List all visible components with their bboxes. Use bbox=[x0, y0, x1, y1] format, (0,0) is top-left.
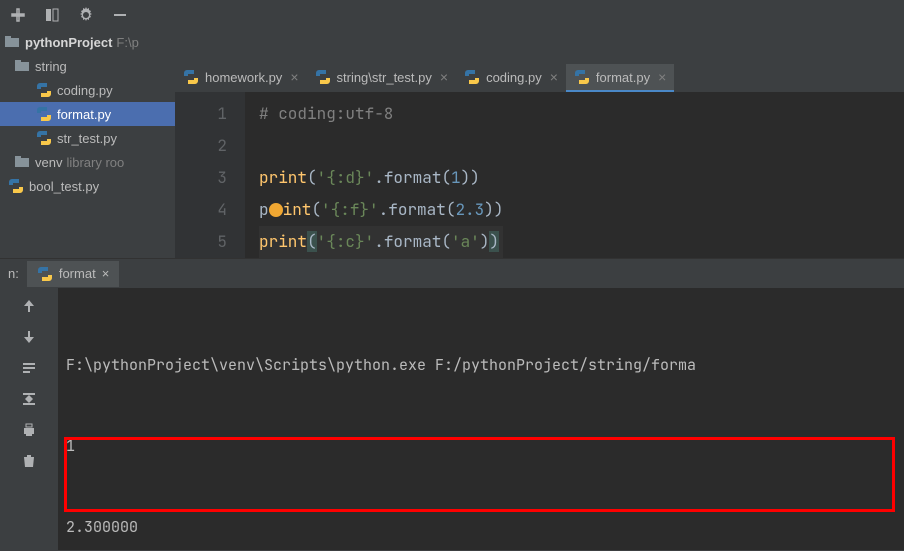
tree-item[interactable]: venvlibrary roo bbox=[0, 150, 175, 174]
close-icon[interactable]: × bbox=[440, 69, 448, 85]
scroll-end-icon[interactable] bbox=[21, 391, 37, 410]
editor-tabs: homework.py×string\str_test.py×coding.py… bbox=[175, 30, 904, 92]
console-out: 2.300000 bbox=[66, 514, 896, 541]
tree-item[interactable]: format.py bbox=[0, 102, 175, 126]
intention-bulb-icon[interactable] bbox=[269, 203, 283, 217]
arrow-up-icon[interactable] bbox=[21, 298, 37, 317]
minimize-icon[interactable] bbox=[112, 7, 128, 23]
print-icon[interactable] bbox=[21, 422, 37, 441]
python-icon bbox=[37, 266, 53, 282]
code-line[interactable]: print('{:d}'.format(1)) bbox=[259, 162, 503, 194]
code-line[interactable]: # coding:utf-8 bbox=[259, 98, 503, 130]
code-editor[interactable]: 12345 # coding:utf-8 print('{:d}'.format… bbox=[175, 92, 904, 258]
close-icon[interactable]: × bbox=[550, 69, 558, 85]
gear-icon[interactable] bbox=[78, 7, 94, 23]
editor-tab[interactable]: homework.py × bbox=[175, 64, 307, 92]
tree-item-label: format.py bbox=[57, 107, 111, 122]
run-gutter bbox=[0, 288, 58, 550]
divider-icon bbox=[44, 7, 60, 23]
python-icon bbox=[315, 69, 331, 85]
close-icon[interactable]: × bbox=[290, 69, 298, 85]
close-icon[interactable]: × bbox=[658, 69, 666, 85]
top-toolbar bbox=[0, 0, 904, 30]
tree-item-label: venv bbox=[35, 155, 62, 170]
editor-tab[interactable]: format.py × bbox=[566, 64, 674, 92]
line-gutter: 12345 bbox=[175, 92, 245, 258]
run-tab-label: format bbox=[59, 266, 96, 281]
project-tree[interactable]: pythonProject F:\p string coding.py format… bbox=[0, 30, 175, 258]
python-icon bbox=[183, 69, 199, 85]
tree-item[interactable]: str_test.py bbox=[0, 126, 175, 150]
folder-icon bbox=[4, 34, 20, 50]
arrow-down-icon[interactable] bbox=[21, 329, 37, 348]
project-name: pythonProject bbox=[25, 35, 112, 50]
python-icon bbox=[464, 69, 480, 85]
project-path: F:\p bbox=[116, 35, 138, 50]
tree-item[interactable]: bool_test.py bbox=[0, 174, 175, 198]
tree-item-label: string bbox=[35, 59, 67, 74]
console-cmd: F:\pythonProject\venv\Scripts\python.exe… bbox=[66, 352, 896, 379]
run-tab[interactable]: format × bbox=[27, 261, 119, 287]
code-line[interactable] bbox=[259, 130, 503, 162]
code-area[interactable]: # coding:utf-8 print('{:d}'.format(1))pi… bbox=[245, 92, 503, 258]
tree-item-label: bool_test.py bbox=[29, 179, 99, 194]
close-icon[interactable]: × bbox=[102, 266, 110, 281]
trash-icon[interactable] bbox=[21, 453, 37, 472]
tab-label: string\str_test.py bbox=[337, 70, 432, 85]
editor-tab[interactable]: string\str_test.py × bbox=[307, 64, 457, 92]
tab-label: coding.py bbox=[486, 70, 542, 85]
tree-item-label: coding.py bbox=[57, 83, 113, 98]
code-line[interactable]: print('{:c}'.format('a')) bbox=[259, 226, 503, 258]
run-label: n: bbox=[0, 266, 27, 281]
run-tool-header: n: format × bbox=[0, 258, 904, 288]
console-out: 1 bbox=[66, 433, 896, 460]
collapse-icon[interactable] bbox=[10, 7, 26, 23]
tab-label: format.py bbox=[596, 70, 650, 85]
console-output[interactable]: F:\pythonProject\venv\Scripts\python.exe… bbox=[58, 288, 904, 550]
python-icon bbox=[574, 69, 590, 85]
code-line[interactable]: pint('{:f}'.format(2.3)) bbox=[259, 194, 503, 226]
project-root[interactable]: pythonProject F:\p bbox=[0, 30, 175, 54]
tree-item-label: str_test.py bbox=[57, 131, 117, 146]
tree-item[interactable]: coding.py bbox=[0, 78, 175, 102]
tree-item[interactable]: string bbox=[0, 54, 175, 78]
soft-wrap-icon[interactable] bbox=[21, 360, 37, 379]
tab-label: homework.py bbox=[205, 70, 282, 85]
editor-tab[interactable]: coding.py × bbox=[456, 64, 566, 92]
